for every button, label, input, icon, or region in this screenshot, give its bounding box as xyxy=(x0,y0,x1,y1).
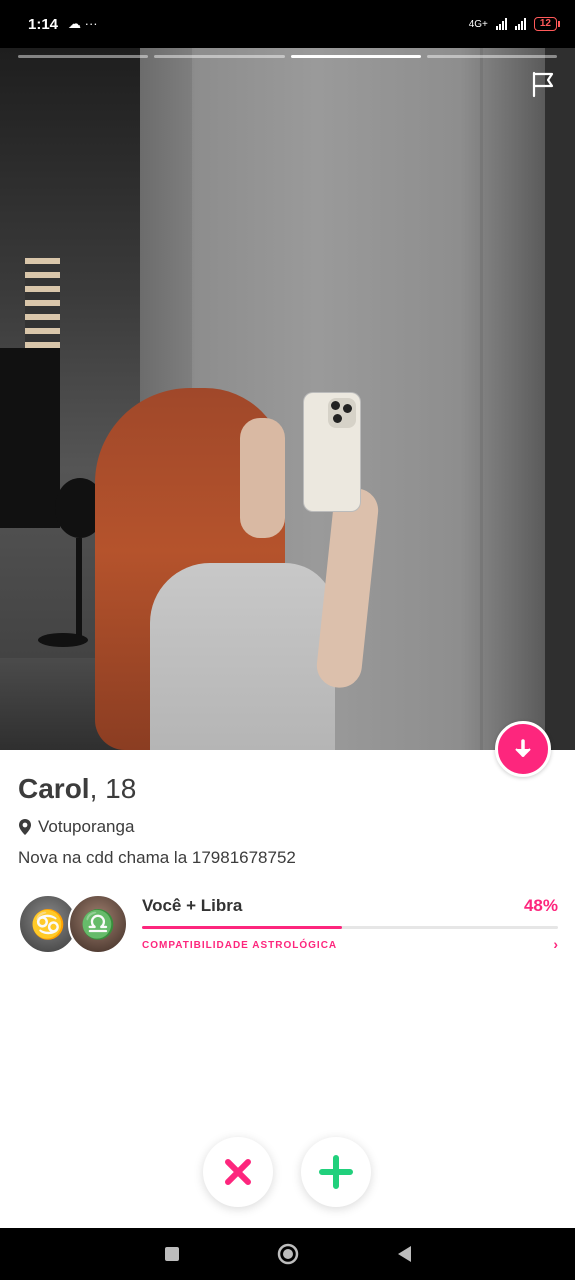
astrology-percent: 48% xyxy=(523,896,558,915)
photo-progress-segment xyxy=(154,55,285,58)
astrology-title: Você + Libra xyxy=(142,896,243,915)
profile-name: Carol xyxy=(18,773,90,804)
plus-icon xyxy=(319,1155,353,1189)
astrology-compatibility[interactable]: ♋ ♎ Você + Libra 48% COMPATIBILIDADE AST… xyxy=(18,892,558,956)
profile-photo[interactable] xyxy=(0,48,575,750)
system-nav-bar xyxy=(0,1228,575,1280)
signal-icon xyxy=(495,18,507,30)
photo-progress-segment xyxy=(290,55,421,58)
recents-icon[interactable] xyxy=(163,1245,181,1263)
photo-progress xyxy=(18,55,557,58)
compatibility-bar xyxy=(142,926,558,929)
nope-button[interactable] xyxy=(203,1137,273,1207)
home-icon[interactable] xyxy=(276,1242,300,1266)
location-text: Votuporanga xyxy=(38,817,135,836)
status-time: 1:14 xyxy=(28,15,59,33)
profile-bio: Nova na cdd chama la 17981678752 xyxy=(18,848,296,867)
back-icon[interactable] xyxy=(395,1244,413,1264)
compatibility-bar-fill xyxy=(142,926,342,929)
location-pin-icon xyxy=(19,819,31,835)
profile-age: , 18 xyxy=(89,773,137,804)
profile-location: Votuporanga xyxy=(18,817,134,837)
photo-progress-segment xyxy=(18,55,149,58)
arrow-down-icon xyxy=(515,739,531,757)
status-extra-icons: ☁ ··· xyxy=(68,16,98,31)
photo-progress-segment xyxy=(426,55,557,58)
signal-icon-2 xyxy=(514,18,526,30)
libra-sign-icon: ♎ xyxy=(80,908,116,940)
astrology-subtitle: COMPATIBILIDADE ASTROLÓGICA xyxy=(142,940,338,951)
profile-name-age: Carol, 18 xyxy=(18,773,136,805)
match-avatar: ♎ xyxy=(68,894,128,954)
expand-profile-button[interactable] xyxy=(495,721,551,777)
x-icon xyxy=(225,1159,251,1185)
flag-icon[interactable] xyxy=(529,70,557,98)
like-button[interactable] xyxy=(301,1137,371,1207)
battery-indicator: 12 xyxy=(533,17,561,31)
chevron-right-icon[interactable]: › xyxy=(553,936,558,952)
status-bar: 1:14 ☁ ··· 4G+ 12 xyxy=(0,0,575,48)
network-label: 4G+ xyxy=(468,18,488,30)
